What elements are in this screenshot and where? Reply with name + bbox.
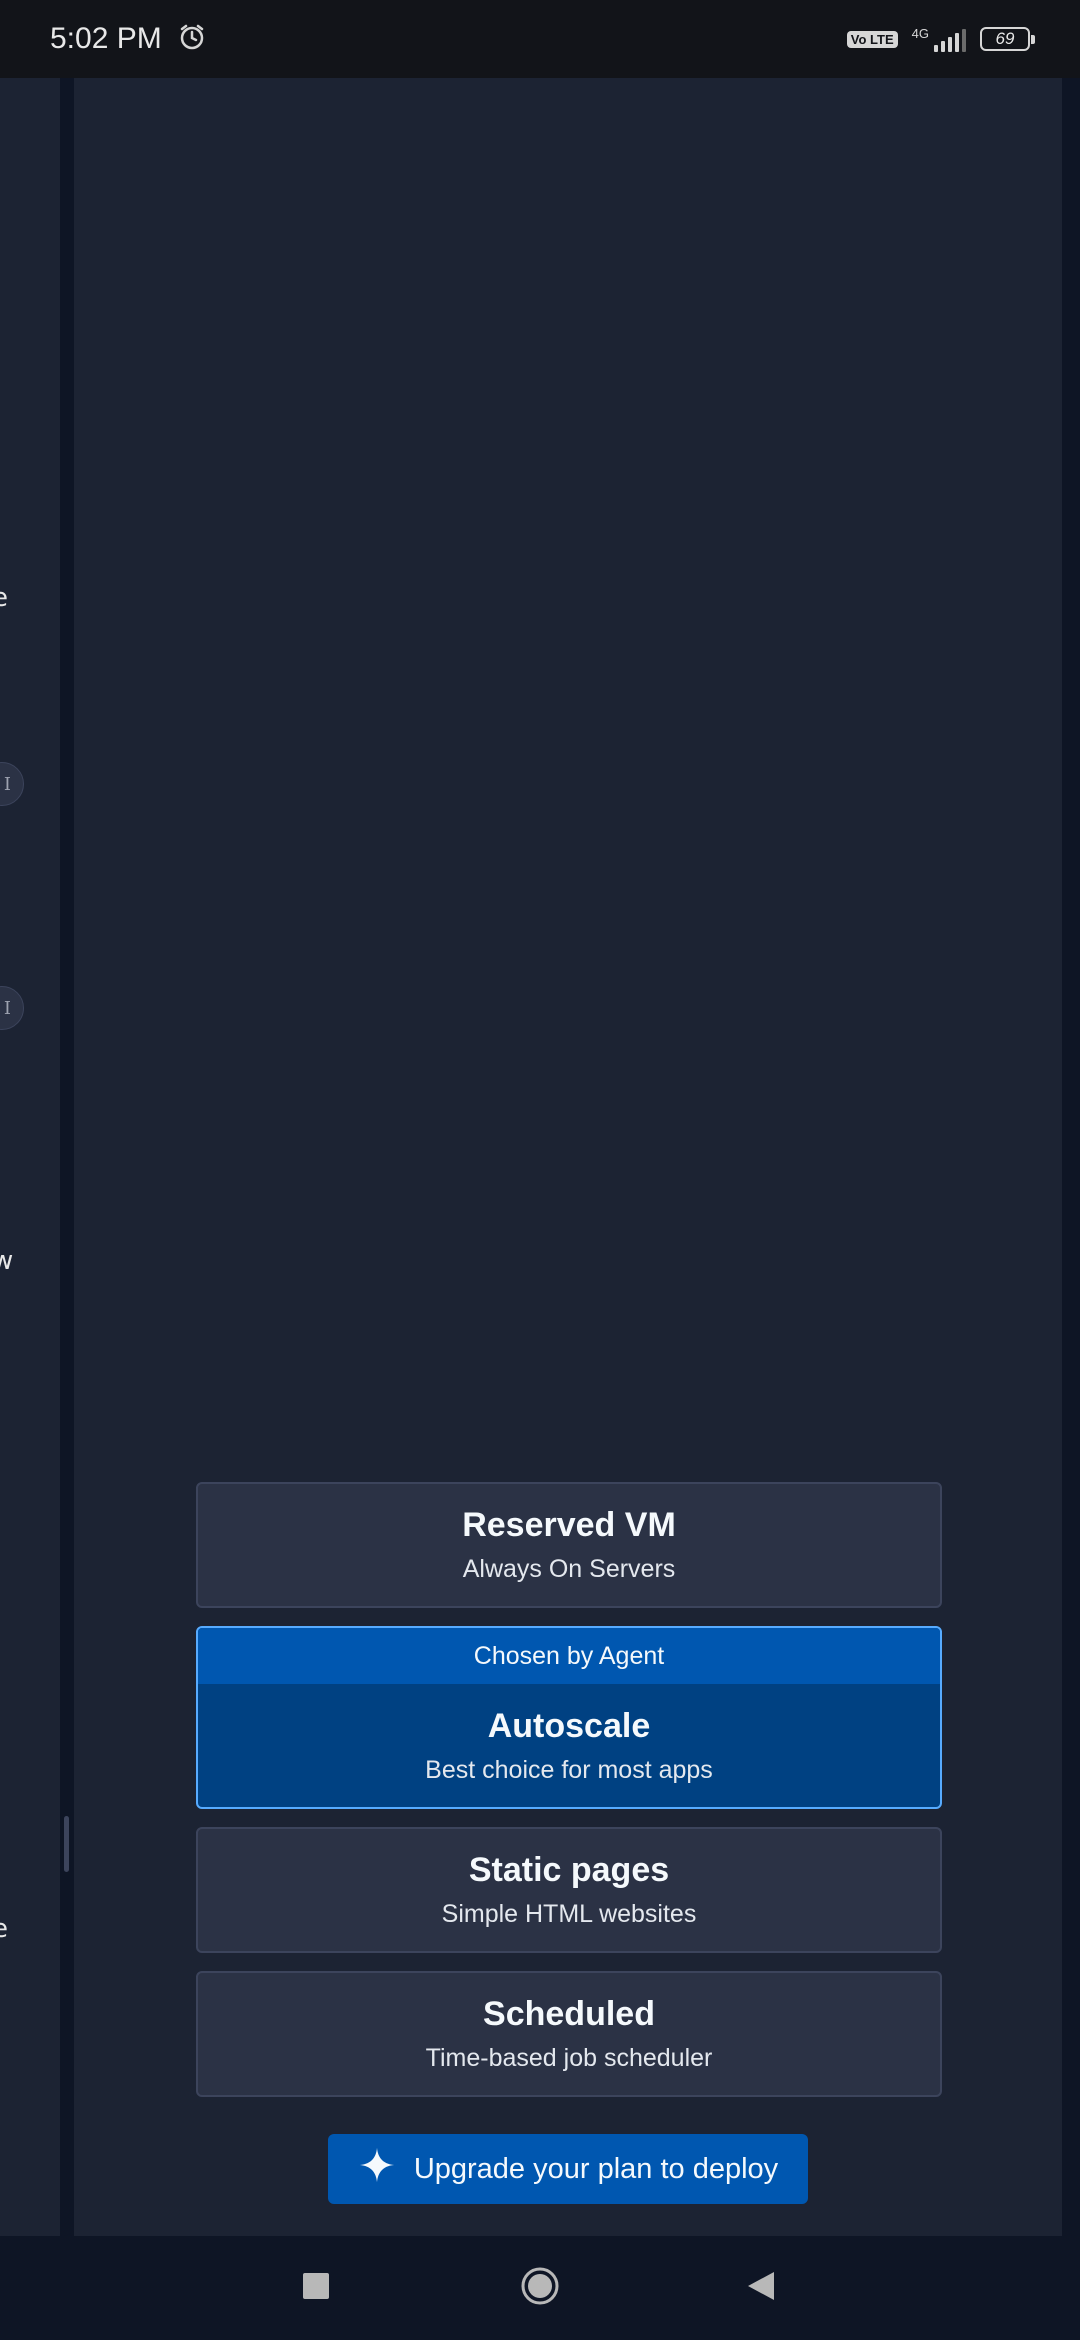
option-subtitle: Best choice for most apps [425, 1755, 713, 1784]
option-title: Autoscale [487, 1706, 651, 1745]
network-type-label: 4G [911, 26, 929, 41]
option-subtitle: Simple HTML websites [441, 1900, 697, 1928]
system-nav-bar [0, 2236, 1080, 2340]
option-subtitle: Always On Servers [462, 1555, 676, 1583]
upgrade-plan-button[interactable]: Upgrade your plan to deploy [328, 2134, 808, 2204]
upgrade-button-label: Upgrade your plan to deploy [413, 2152, 779, 2185]
left-panel-text-fragment: e [0, 583, 8, 613]
option-subtitle: Time-based job scheduler [425, 2044, 713, 2072]
alarm-icon [178, 23, 206, 55]
left-panel-avatar[interactable]: I [0, 762, 24, 806]
option-title: Reserved VM [462, 1506, 676, 1544]
signal-icon: 4G [912, 26, 966, 52]
chosen-by-agent-badge: Chosen by Agent [198, 1628, 940, 1684]
status-bar: 5:02 PM Vo LTE 4G 69 [0, 0, 1080, 78]
status-time: 5:02 PM [50, 22, 162, 55]
left-panel: e I I w e [0, 78, 60, 2236]
left-panel-text-fragment: e [0, 1914, 8, 1944]
deployment-option-autoscale[interactable]: Chosen by Agent Autoscale Best choice fo… [196, 1626, 942, 1809]
option-title: Static pages [468, 1851, 670, 1889]
battery-icon: 69 [980, 27, 1035, 51]
panel-divider [60, 78, 74, 2236]
left-panel-avatar[interactable]: I [0, 986, 24, 1030]
option-body: Autoscale Best choice for most apps [425, 1684, 713, 1807]
option-title: Scheduled [483, 1995, 655, 2033]
status-right: Vo LTE 4G 69 [846, 26, 1035, 52]
status-left: 5:02 PM [50, 22, 206, 56]
panel-resize-handle[interactable] [64, 1816, 69, 1872]
deployment-option-scheduled[interactable]: Scheduled Time-based job scheduler [196, 1971, 942, 2097]
back-icon[interactable] [746, 2270, 776, 2306]
volte-icon: Vo LTE [846, 30, 898, 48]
home-icon[interactable] [520, 2266, 560, 2310]
recent-apps-icon[interactable] [302, 2272, 330, 2304]
battery-level: 69 [995, 29, 1015, 48]
left-panel-text-fragment: w [0, 1246, 14, 1276]
deployment-option-reserved-vm[interactable]: Reserved VM Always On Servers [196, 1482, 942, 1608]
deployment-option-static-pages[interactable]: Static pages Simple HTML websites [196, 1827, 942, 1953]
sparkle-icon [358, 2146, 396, 2192]
